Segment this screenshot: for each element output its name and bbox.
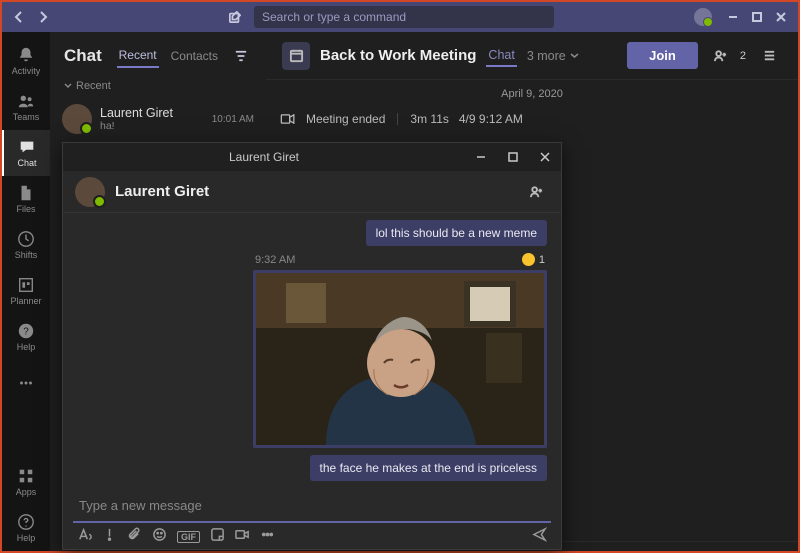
attach-button[interactable]	[127, 527, 142, 547]
chat-list-item[interactable]: Laurent Giret ha! 10:01 AM	[50, 98, 266, 140]
meeting-duration: 3m 11s	[410, 112, 448, 126]
nav-back-button[interactable]	[8, 6, 30, 28]
chat-item-time: 10:01 AM	[212, 114, 254, 125]
popout-maximize-button[interactable]	[497, 143, 529, 171]
message-bubble[interactable]: lol this should be a new meme	[366, 220, 547, 246]
priority-button[interactable]	[102, 527, 117, 547]
window-maximize-button[interactable]	[746, 6, 768, 28]
list-view-button[interactable]	[756, 43, 782, 69]
popout-message-body: lol this should be a new meme 9:32 AM 1	[63, 213, 561, 484]
more-tabs[interactable]: 3 more	[527, 49, 579, 63]
rail-apps[interactable]: Apps	[2, 459, 50, 505]
format-button[interactable]	[77, 527, 92, 547]
rail-chat[interactable]: Chat	[2, 130, 50, 176]
section-recent[interactable]: Recent	[50, 74, 266, 98]
title-bar: Search or type a command	[2, 2, 798, 32]
filter-button[interactable]	[230, 45, 252, 67]
reaction-badge[interactable]: 1	[522, 253, 545, 266]
rail-help[interactable]: ?Help	[2, 314, 50, 360]
compose-toolbar: GIF	[73, 523, 551, 547]
more-options-button[interactable]	[260, 527, 275, 547]
user-avatar[interactable]	[694, 8, 712, 26]
popout-contact-name: Laurent Giret	[115, 183, 209, 200]
popout-header: Laurent Giret	[63, 171, 561, 213]
nav-forward-button[interactable]	[32, 6, 54, 28]
sticker-button[interactable]	[210, 527, 225, 547]
chat-item-name: Laurent Giret	[100, 106, 173, 120]
avatar	[62, 104, 92, 134]
rail-shifts[interactable]: Shifts	[2, 222, 50, 268]
popout-titlebar: Laurent Giret	[63, 143, 561, 171]
rail-help-bottom[interactable]: Help	[2, 505, 50, 551]
message-bubble[interactable]: the face he makes at the end is priceles…	[310, 455, 547, 481]
send-button[interactable]	[532, 527, 547, 547]
message-time: 9:32 AM	[255, 254, 295, 266]
tab-chat[interactable]: Chat	[486, 45, 516, 67]
emoji-button[interactable]	[152, 527, 167, 547]
add-people-button[interactable]	[708, 43, 734, 69]
tab-contacts[interactable]: Contacts	[169, 45, 220, 67]
popout-chat-window: Laurent Giret Laurent Giret lol this sho…	[62, 142, 562, 550]
popout-title: Laurent Giret	[63, 150, 465, 164]
chat-list-title: Chat	[64, 46, 102, 66]
participants-count: 2	[740, 50, 746, 62]
laugh-emoji-icon	[522, 253, 535, 266]
rail-planner[interactable]: Planner	[2, 268, 50, 314]
compose-input[interactable]: Type a new message	[73, 490, 551, 523]
svg-text:?: ?	[23, 327, 29, 338]
media-thumbnail[interactable]	[253, 270, 547, 448]
tab-recent[interactable]: Recent	[117, 44, 159, 68]
meeting-ended-row: Meeting ended 3m 11s 4/9 9:12 AM	[266, 108, 798, 130]
conversation-header: Back to Work Meeting Chat 3 more Join 2	[266, 32, 798, 80]
app-rail: Activity Teams Chat Files Shifts Planner…	[2, 32, 50, 551]
rail-activity[interactable]: Activity	[2, 38, 50, 84]
meeting-time: 4/9 9:12 AM	[459, 112, 523, 126]
popout-add-people-button[interactable]	[523, 179, 549, 205]
popout-composer: Type a new message GIF	[63, 484, 561, 549]
new-chat-button[interactable]	[224, 6, 246, 28]
meet-now-button[interactable]	[235, 527, 250, 547]
date-separator: April 9, 2020	[501, 88, 563, 100]
video-icon	[280, 114, 296, 124]
window-minimize-button[interactable]	[722, 6, 744, 28]
popout-close-button[interactable]	[529, 143, 561, 171]
meeting-icon	[282, 42, 310, 70]
media-message[interactable]: 9:32 AM 1	[253, 251, 547, 448]
popout-minimize-button[interactable]	[465, 143, 497, 171]
rail-files[interactable]: Files	[2, 176, 50, 222]
avatar	[75, 177, 105, 207]
gif-button[interactable]: GIF	[177, 531, 200, 543]
chat-item-preview: ha!	[100, 120, 173, 132]
conversation-title: Back to Work Meeting	[320, 47, 476, 64]
rail-teams[interactable]: Teams	[2, 84, 50, 130]
rail-more[interactable]	[2, 360, 50, 406]
window-close-button[interactable]	[770, 6, 792, 28]
search-placeholder: Search or type a command	[262, 10, 406, 24]
meeting-ended-label: Meeting ended	[306, 112, 385, 126]
search-input[interactable]: Search or type a command	[254, 6, 554, 28]
join-button[interactable]: Join	[627, 42, 698, 69]
